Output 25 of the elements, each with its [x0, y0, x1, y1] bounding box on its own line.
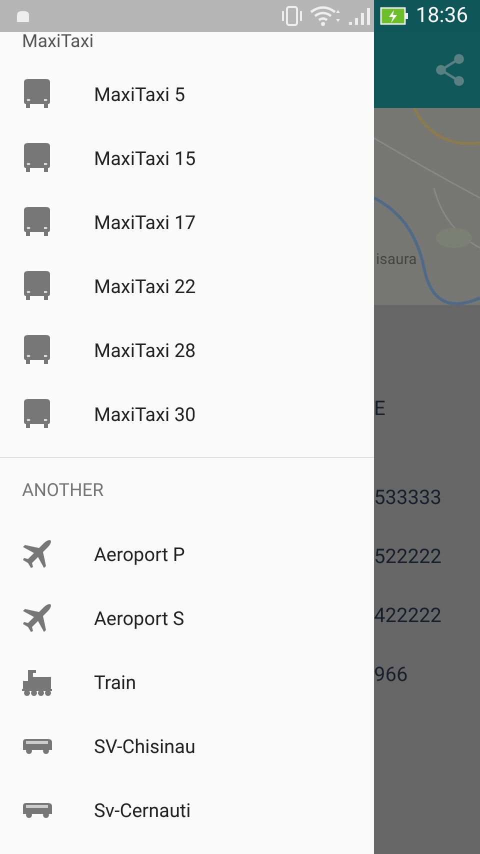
drawer-item[interactable]: Aeroport P — [0, 522, 374, 586]
drawer-item[interactable]: Aeroport S — [0, 586, 374, 650]
drawer-item[interactable]: MaxiTaxi 22 — [0, 254, 374, 318]
drawer-item[interactable]: MaxiTaxi 5 — [0, 62, 374, 126]
airplane-icon — [20, 537, 54, 571]
section-heading: E — [374, 394, 386, 422]
phone-number: 522222 — [374, 542, 442, 570]
phone-number: 422222 — [374, 602, 442, 628]
drawer-item[interactable]: MaxiTaxi 28 — [0, 318, 374, 382]
airplane-icon — [20, 601, 54, 635]
vibrate-icon — [280, 6, 304, 26]
share-icon[interactable] — [434, 53, 466, 87]
drawer-item[interactable]: MaxiTaxi 30 — [0, 382, 374, 446]
drawer-item[interactable]: MaxiTaxi 17 — [0, 190, 374, 254]
phone-number: 966 — [374, 660, 409, 688]
battery-charging-icon — [380, 6, 410, 26]
signal-icon — [348, 6, 372, 26]
drawer-item[interactable]: Train — [0, 650, 374, 714]
phone-number: 533333 — [374, 484, 442, 510]
drawer-item[interactable]: Sv-Cernauti — [0, 778, 374, 842]
drawer-item[interactable]: MaxiTaxi 15 — [0, 126, 374, 190]
drawer-item[interactable]: SV-Chisinau — [0, 714, 374, 778]
drawer-header: MaxiTaxi — [21, 32, 95, 52]
status-time: 18:36 — [416, 4, 468, 28]
section-title: ANOTHER — [21, 478, 105, 502]
